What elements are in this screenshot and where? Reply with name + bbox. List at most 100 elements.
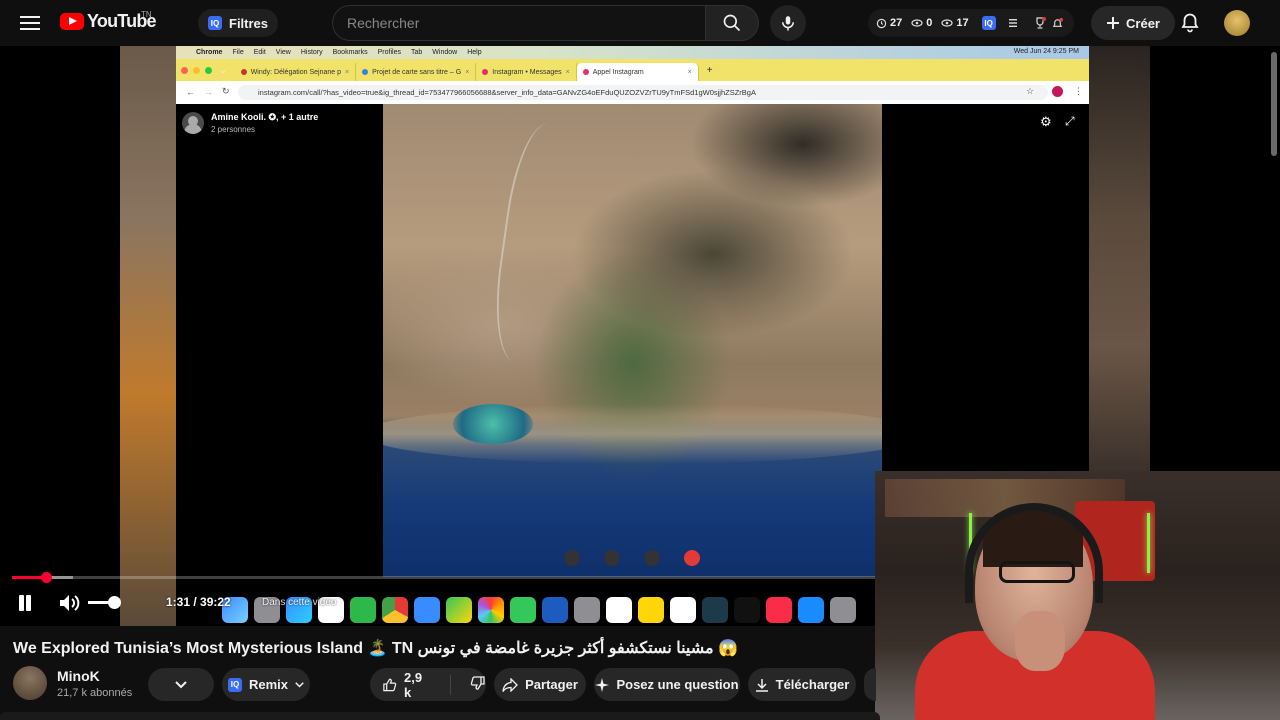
hamburger-menu-button[interactable] — [18, 12, 42, 34]
share-label: Partager — [525, 677, 578, 692]
sparkle-icon — [595, 677, 610, 692]
description-box-edge — [0, 712, 880, 720]
forward-arrow-icon: → — [204, 87, 213, 97]
caller-avatar — [182, 112, 204, 134]
top-header: YouTube TN IQ Filtres 27 0 17 IQ Créer — [0, 0, 1280, 46]
account-avatar[interactable] — [1224, 10, 1250, 36]
maps-dock-icon — [446, 597, 472, 623]
mail-dock-icon — [414, 597, 440, 623]
chevron-down-icon — [295, 681, 304, 688]
messages-dock-icon — [350, 597, 376, 623]
mac-menu-item: View — [275, 49, 291, 56]
tab-search-icon: ⌄ — [220, 65, 227, 75]
webcam-neon-light — [1147, 513, 1150, 573]
music-dock-icon — [766, 597, 792, 623]
remix-button[interactable]: IQ Remix — [222, 668, 310, 701]
remix-label: Remix — [248, 677, 289, 692]
chrome-dock-icon — [382, 597, 408, 623]
channel-avatar[interactable] — [13, 666, 47, 700]
minimize-window-dot — [193, 66, 200, 74]
expand-icon: ⤢ — [1065, 114, 1075, 128]
download-icon — [755, 678, 768, 692]
chevron-down-icon — [175, 680, 187, 688]
chapter-label[interactable]: Dans cette vidéo — [262, 597, 337, 608]
microphone-icon — [782, 16, 794, 31]
trophy-icon — [1036, 17, 1046, 29]
profile-icon — [1052, 86, 1063, 97]
call-mic-icon — [644, 550, 660, 566]
bell-small-icon — [1052, 17, 1063, 27]
ask-label: Posez une question — [616, 677, 739, 692]
ask-question-button[interactable]: Posez une question — [594, 668, 740, 701]
progress-scrubber[interactable] — [41, 572, 52, 583]
mac-menu-item: History — [300, 49, 323, 56]
room-background-left — [120, 46, 176, 626]
dislike-button[interactable] — [470, 675, 486, 694]
search-button[interactable] — [705, 5, 759, 41]
close-window-dot — [181, 66, 188, 74]
contacts-dock-icon — [574, 597, 600, 623]
mac-menu-item: Bookmarks — [332, 49, 368, 56]
extension-stats-pill[interactable]: 27 0 17 IQ — [868, 9, 1074, 37]
channel-name[interactable]: MinoK — [57, 668, 100, 684]
download-button[interactable]: Télécharger — [748, 668, 856, 701]
reminders-dock-icon — [606, 597, 632, 623]
mac-menu-item: Tab — [410, 49, 423, 56]
eye-icon — [911, 19, 923, 27]
search-box — [332, 5, 706, 41]
pause-button[interactable] — [18, 593, 36, 613]
tab-close-icon: × — [465, 68, 470, 76]
maximize-window-dot — [205, 66, 212, 74]
filters-button[interactable]: IQ Filtres — [198, 9, 279, 37]
embedded-mac-menubar: Chrome File Edit View History Bookmarks … — [176, 46, 1089, 59]
volume-slider-handle[interactable] — [108, 596, 121, 609]
person-hand — [1015, 611, 1065, 671]
webcam-overlay — [875, 471, 1280, 720]
subscribe-dropdown-button[interactable] — [148, 668, 214, 701]
create-button[interactable]: Créer — [1091, 6, 1175, 40]
progress-track[interactable] — [12, 576, 875, 579]
search-icon — [723, 14, 741, 32]
stat-likes-value: 27 — [890, 17, 903, 29]
stat-views-a: 0 — [911, 17, 932, 29]
download-label: Télécharger — [775, 677, 850, 692]
tab-favicon — [482, 69, 489, 75]
like-button[interactable]: 2,9 k — [382, 670, 431, 700]
embedded-address-bar: ← → ↻ instagram.com/call/?has_video=true… — [176, 81, 1089, 104]
youtube-play-icon — [60, 13, 84, 30]
mute-button[interactable] — [58, 592, 84, 614]
capcut-dock-icon — [670, 597, 696, 623]
stat-views-a-value: 0 — [926, 17, 933, 29]
settings-gear-icon: ⚙ — [1040, 114, 1052, 129]
tab-label: Windy: Délégation Sejnane p — [250, 68, 341, 76]
reload-icon: ↻ — [222, 86, 230, 96]
share-button[interactable]: Partager — [494, 668, 586, 701]
appstore-dock-icon — [798, 597, 824, 623]
tab-favicon — [362, 69, 369, 75]
iq-icon: IQ — [981, 16, 996, 30]
map-bay — [453, 404, 533, 444]
stat-views-b-value: 17 — [956, 17, 969, 29]
caller-name: Amine Kooli. ✪, + 1 autre — [211, 112, 319, 122]
country-code: TN — [141, 10, 152, 19]
caller-info: Amine Kooli. ✪, + 1 autre 2 personnes — [182, 112, 318, 134]
notifications-button[interactable] — [1178, 10, 1202, 34]
browser-tab-active: Appel Instagram × — [576, 63, 699, 81]
search-input[interactable] — [347, 15, 687, 31]
more-actions-button[interactable] — [864, 668, 876, 701]
voice-search-button[interactable] — [770, 5, 806, 41]
plus-icon — [1107, 17, 1120, 29]
stat-views-b: 17 — [941, 17, 969, 29]
browser-tab: Windy: Délégation Sejnane p × — [235, 63, 357, 81]
hang-up-icon — [684, 550, 700, 566]
video-title: We Explored Tunisia’s Most Mysterious Is… — [13, 640, 738, 657]
thumbs-down-icon — [470, 676, 485, 690]
mac-menu-item: Help — [467, 49, 482, 56]
back-arrow-icon: ← — [186, 87, 195, 97]
share-icon — [502, 677, 519, 692]
tab-close-icon: × — [344, 68, 350, 76]
page-scrollbar[interactable] — [1271, 52, 1277, 156]
like-count: 2,9 k — [403, 669, 423, 700]
iq-icon: IQ — [227, 677, 242, 692]
list-icon — [1008, 19, 1017, 27]
